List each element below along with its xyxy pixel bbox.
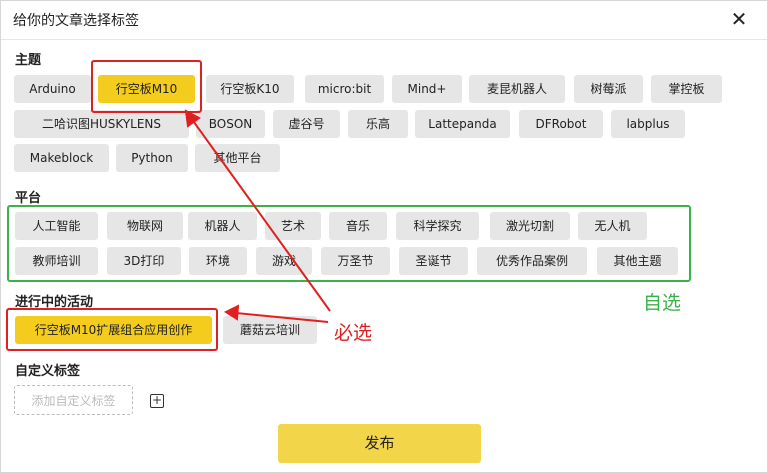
arrow-head-topic xyxy=(184,109,201,128)
arrow-to-activity xyxy=(235,312,329,323)
arrow-to-topic xyxy=(190,117,331,312)
arrow-head-activity xyxy=(223,304,240,321)
optional-note: 自选 xyxy=(643,292,682,314)
annotation-arrows xyxy=(184,109,331,323)
required-note: 必选 xyxy=(334,322,373,344)
